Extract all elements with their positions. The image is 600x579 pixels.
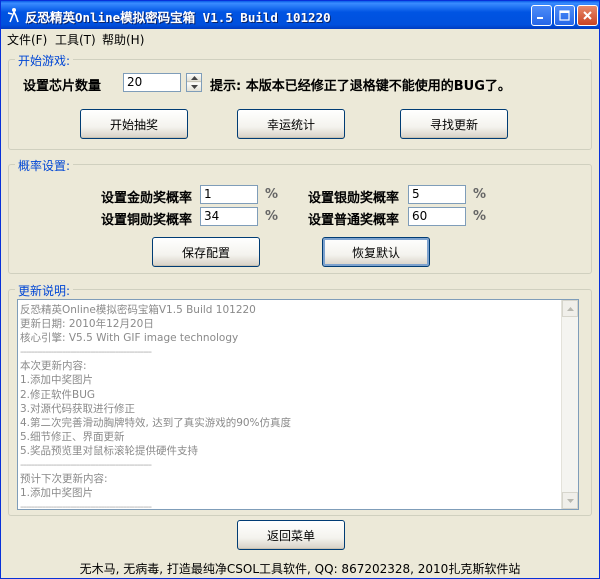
start-group: 开始游戏: 设置芯片数量 20 提示: 本版本已经修正了退格键不能使用的BUG了… bbox=[8, 52, 592, 150]
notes-line: 本次更新内容: bbox=[20, 360, 87, 373]
notes-line: 3.对源代码获取进行修正 bbox=[20, 402, 136, 415]
notes-line: 5.奖品预览里对鼠标滚轮提供硬件支持 bbox=[20, 444, 199, 457]
start-draw-button[interactable]: 开始抽奖 bbox=[80, 109, 188, 139]
silver-percent-sign: % bbox=[473, 187, 487, 202]
chip-count-stepper[interactable] bbox=[186, 73, 202, 92]
notes-line: 1.添加中奖图片 bbox=[20, 487, 94, 500]
minimize-icon bbox=[537, 17, 543, 19]
notes-line: 2.修正软件BUG bbox=[20, 388, 96, 401]
probability-group-legend: 概率设置: bbox=[15, 157, 74, 174]
close-icon bbox=[583, 11, 592, 20]
notes-line: 预计下次更新内容: bbox=[20, 473, 108, 486]
gold-percent-sign: % bbox=[265, 187, 279, 202]
window-title: 反恐精英Online模拟密码宝箱 V1.5 Build 101220 bbox=[25, 10, 331, 25]
lucky-stats-button[interactable]: 幸运统计 bbox=[237, 109, 345, 139]
update-notes-textarea[interactable]: 反恐精英Online模拟密码宝箱V1.5 Build 101220 更新日期: 2… bbox=[17, 299, 579, 510]
notes-line: 核心引擎: V5.5 With GIF image technology bbox=[20, 332, 239, 345]
notes-line: ----------------------------------------… bbox=[20, 459, 152, 472]
find-update-button[interactable]: 寻找更新 bbox=[400, 109, 508, 139]
app-icon bbox=[6, 7, 22, 23]
update-notes-content: 反恐精英Online模拟密码宝箱V1.5 Build 101220 更新日期: 2… bbox=[20, 303, 560, 510]
normal-percent-sign: % bbox=[473, 209, 487, 224]
menu-help[interactable]: 帮助(H) bbox=[102, 31, 144, 48]
maximize-icon bbox=[559, 10, 570, 21]
notes-line: 4.第二次完善滑动胸牌特效, 达到了真实游戏的90%仿真度 bbox=[20, 416, 292, 429]
scroll-down-button[interactable] bbox=[562, 492, 578, 509]
silver-prob-input[interactable]: 5 bbox=[408, 185, 466, 204]
arrow-up-icon bbox=[190, 75, 198, 80]
menu-file[interactable]: 文件(F) bbox=[7, 31, 47, 48]
probability-group: 概率设置: 设置金勋奖概率 1 % 设置银勋奖概率 5 % 设置铜勋奖概率 34… bbox=[8, 157, 592, 274]
notes-line: 更新日期: 2010年12月20日 bbox=[20, 318, 154, 331]
notes-group-legend: 更新说明: bbox=[15, 282, 74, 299]
start-group-legend: 开始游戏: bbox=[15, 52, 74, 69]
backspace-fix-hint: 提示: 本版本已经修正了退格键不能使用的BUG了。 bbox=[210, 79, 511, 94]
normal-prob-input[interactable]: 60 bbox=[408, 207, 466, 226]
bronze-percent-sign: % bbox=[265, 209, 279, 224]
arrow-down-icon bbox=[190, 85, 198, 89]
menu-bar: 文件(F) 工具(T) 帮助(H) bbox=[1, 29, 599, 49]
footer-text: 无木马, 无病毒, 打造最纯净CSOL工具软件, QQ: 867202328, … bbox=[79, 562, 521, 576]
save-config-button[interactable]: 保存配置 bbox=[152, 237, 260, 267]
close-button[interactable] bbox=[577, 5, 598, 26]
stepper-up-button[interactable] bbox=[187, 74, 201, 82]
stepper-down-button[interactable] bbox=[187, 83, 201, 91]
maximize-button[interactable] bbox=[554, 5, 575, 26]
restore-default-button[interactable]: 恢复默认 bbox=[322, 237, 430, 267]
return-menu-button[interactable]: 返回菜单 bbox=[237, 520, 345, 550]
notes-scrollbar[interactable] bbox=[561, 300, 578, 509]
title-bar[interactable]: 反恐精英Online模拟密码宝箱 V1.5 Build 101220 bbox=[1, 1, 599, 29]
menu-tools[interactable]: 工具(T) bbox=[55, 31, 96, 48]
notes-line: 5.细节修正、界面更新 bbox=[20, 430, 125, 443]
gold-prob-input[interactable]: 1 bbox=[200, 185, 258, 204]
normal-prob-label: 设置普通奖概率 bbox=[308, 213, 400, 228]
arrow-up-icon bbox=[566, 306, 574, 311]
scroll-up-button[interactable] bbox=[562, 300, 578, 317]
notes-line: 反恐精英Online模拟密码宝箱V1.5 Build 101220 bbox=[20, 304, 256, 316]
silver-prob-label: 设置银勋奖概率 bbox=[308, 191, 400, 206]
arrow-down-icon bbox=[566, 498, 574, 503]
gold-prob-label: 设置金勋奖概率 bbox=[101, 191, 193, 206]
notes-line: 1.添加中奖图片 bbox=[20, 374, 94, 387]
notes-line: ----------------------------------------… bbox=[20, 346, 152, 359]
chip-count-input[interactable]: 20 bbox=[123, 73, 181, 92]
minimize-button[interactable] bbox=[531, 5, 552, 26]
notes-line: ----------------------------------------… bbox=[20, 501, 152, 510]
bronze-prob-label: 设置铜勋奖概率 bbox=[101, 213, 193, 228]
chip-count-label: 设置芯片数量 bbox=[23, 79, 102, 94]
bronze-prob-input[interactable]: 34 bbox=[200, 207, 258, 226]
main-window: 反恐精英Online模拟密码宝箱 V1.5 Build 101220 文件(F)… bbox=[0, 0, 600, 579]
